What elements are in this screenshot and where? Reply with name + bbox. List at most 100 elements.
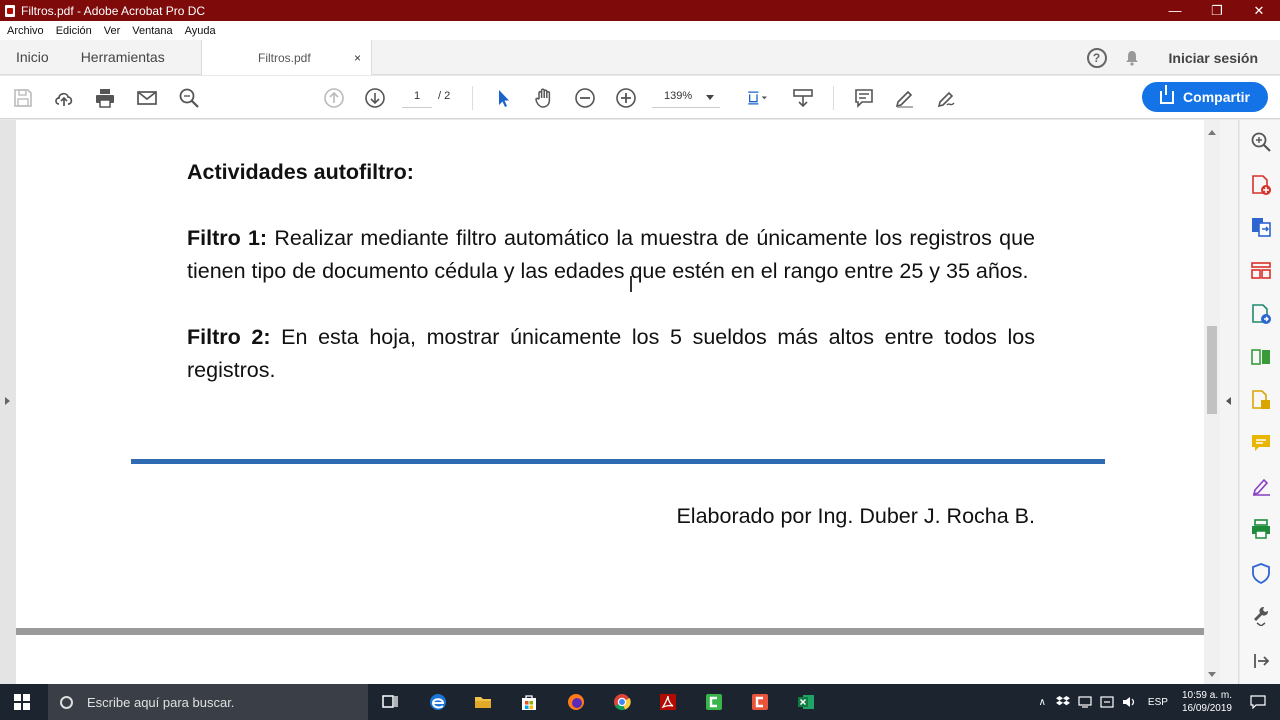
firefox-icon[interactable] [566,692,586,712]
bell-icon[interactable] [1125,50,1139,66]
edit-pdf-icon[interactable] [1250,303,1272,325]
cloud-upload-icon[interactable] [51,85,77,111]
text-cursor-icon [630,276,632,292]
taskbar-clock[interactable]: 10:59 a. m. 16/09/2019 [1182,689,1232,715]
system-tray: ∧ ESP 10:59 a. m. 16/09/2019 [1039,684,1280,720]
window-title: Filtros.pdf - Adobe Acrobat Pro DC [21,3,206,18]
sign-icon[interactable] [933,85,959,111]
filtro-1-text: Realizar mediante filtro automático la m… [187,226,1035,283]
action-center-icon[interactable] [1250,695,1266,709]
task-view-icon[interactable] [380,692,400,712]
camtasia-recorder-icon[interactable] [750,692,770,712]
page-fit-icon[interactable] [741,85,773,111]
close-tab-icon[interactable]: × [354,51,361,65]
zoom-search-icon[interactable] [1250,131,1272,153]
share-icon [1160,84,1175,104]
compare-files-icon[interactable] [1250,346,1272,368]
tab-document-label: Filtros.pdf [258,50,311,65]
fill-sign-icon[interactable] [1250,475,1272,497]
tab-document[interactable]: Filtros.pdf × [201,40,372,75]
clock-date: 16/09/2019 [1181,703,1232,714]
title-bar: Filtros.pdf - Adobe Acrobat Pro DC — ❐ ✕ [0,0,1280,21]
zoom-out-icon[interactable] [572,85,598,111]
expand-left-icon [5,397,10,405]
zoom-in-icon[interactable] [613,85,639,111]
menu-bar: Archivo Edición Ver Ventana Ayuda [0,21,1280,40]
search-icon[interactable] [176,85,202,111]
tab-inicio[interactable]: Inicio [16,49,49,65]
scrollbar-thumb[interactable] [1207,326,1217,414]
comment-tool-icon[interactable] [1250,432,1272,454]
show-hidden-icons-icon[interactable]: ∧ [1039,697,1046,708]
page-separator [16,628,1204,635]
email-icon[interactable] [134,85,160,111]
print-production-icon[interactable] [1250,518,1272,540]
vertical-scrollbar[interactable] [1204,120,1220,684]
next-page-icon[interactable] [362,85,388,111]
file-explorer-icon[interactable] [473,692,493,712]
print-icon[interactable] [92,85,118,111]
edge-browser-icon[interactable] [428,692,448,712]
highlight-pen-icon[interactable] [892,85,918,111]
share-button-label: Compartir [1183,89,1250,105]
toolbar: 1 / 2 139% Compartir [0,76,1280,119]
export-pdf-icon[interactable] [1250,216,1272,238]
select-cursor-icon[interactable] [490,85,516,111]
wrench-icon[interactable] [1250,604,1272,626]
window-controls: — ❐ ✕ [1154,0,1280,21]
menu-ayuda[interactable]: Ayuda [185,25,216,37]
acrobat-taskbar-icon[interactable] [658,692,678,712]
zoom-level-select[interactable]: 139% [652,90,720,108]
share-button[interactable]: Compartir [1142,82,1268,112]
signin-link[interactable]: Iniciar sesión [1169,50,1258,66]
search-icon [60,695,73,709]
scroll-up-icon[interactable] [1208,130,1216,135]
scroll-down-icon[interactable] [1208,672,1216,677]
pdf-page: Actividades autofiltro: Filtro 1: Realiz… [16,120,1204,628]
left-panel-toggle[interactable] [0,120,16,684]
hand-tool-icon[interactable] [531,85,557,111]
right-panel-toggle[interactable] [1220,120,1239,684]
page-number-input[interactable]: 1 [402,90,432,108]
toolbar-separator [833,86,834,110]
store-icon[interactable] [519,692,539,712]
taskbar-search-box[interactable]: Escribe aquí para buscar. [48,684,368,720]
windows-start-icon[interactable] [14,694,30,710]
camtasia-icon[interactable] [704,692,724,712]
volume-icon[interactable] [1122,696,1136,708]
scroll-mode-icon[interactable] [790,85,816,111]
excel-icon[interactable] [796,692,816,712]
tab-bar: Inicio Herramientas Filtros.pdf × ? Inic… [0,40,1280,75]
menu-ver[interactable]: Ver [104,25,121,37]
horizontal-rule [131,459,1105,464]
send-for-review-icon[interactable] [1250,389,1272,411]
help-icon[interactable]: ? [1086,47,1107,68]
language-indicator[interactable]: ESP [1148,697,1168,708]
minimize-button[interactable]: — [1154,0,1196,21]
network-icon[interactable] [1078,696,1092,708]
ime-icon[interactable] [1100,696,1114,708]
dropbox-icon[interactable] [1055,696,1070,708]
menu-edicion[interactable]: Edición [56,25,92,37]
page-total: / 2 [438,90,451,102]
taskbar-search-placeholder: Escribe aquí para buscar. [87,694,235,710]
chrome-icon[interactable] [612,692,632,712]
create-pdf-icon[interactable] [1250,174,1272,196]
previous-page-icon[interactable] [321,85,347,111]
document-viewer[interactable]: Actividades autofiltro: Filtro 1: Realiz… [16,120,1204,684]
tab-herramientas[interactable]: Herramientas [81,49,165,65]
filtro-1-paragraph: Filtro 1: Realizar mediante filtro autom… [187,222,1035,288]
filtro-2-label: Filtro 2: [187,325,271,349]
collapse-pane-icon[interactable] [1250,650,1272,672]
protect-icon[interactable] [1250,562,1272,584]
menu-ventana[interactable]: Ventana [132,25,172,37]
toolbar-separator [472,86,473,110]
filtro-1-label: Filtro 1: [187,226,268,250]
restore-button[interactable]: ❐ [1196,0,1238,21]
organize-pages-icon[interactable] [1250,260,1272,282]
close-window-button[interactable]: ✕ [1238,0,1280,21]
acrobat-app-icon [5,4,15,17]
comment-icon[interactable] [851,85,877,111]
save-icon[interactable] [10,85,36,111]
menu-archivo[interactable]: Archivo [7,25,44,37]
